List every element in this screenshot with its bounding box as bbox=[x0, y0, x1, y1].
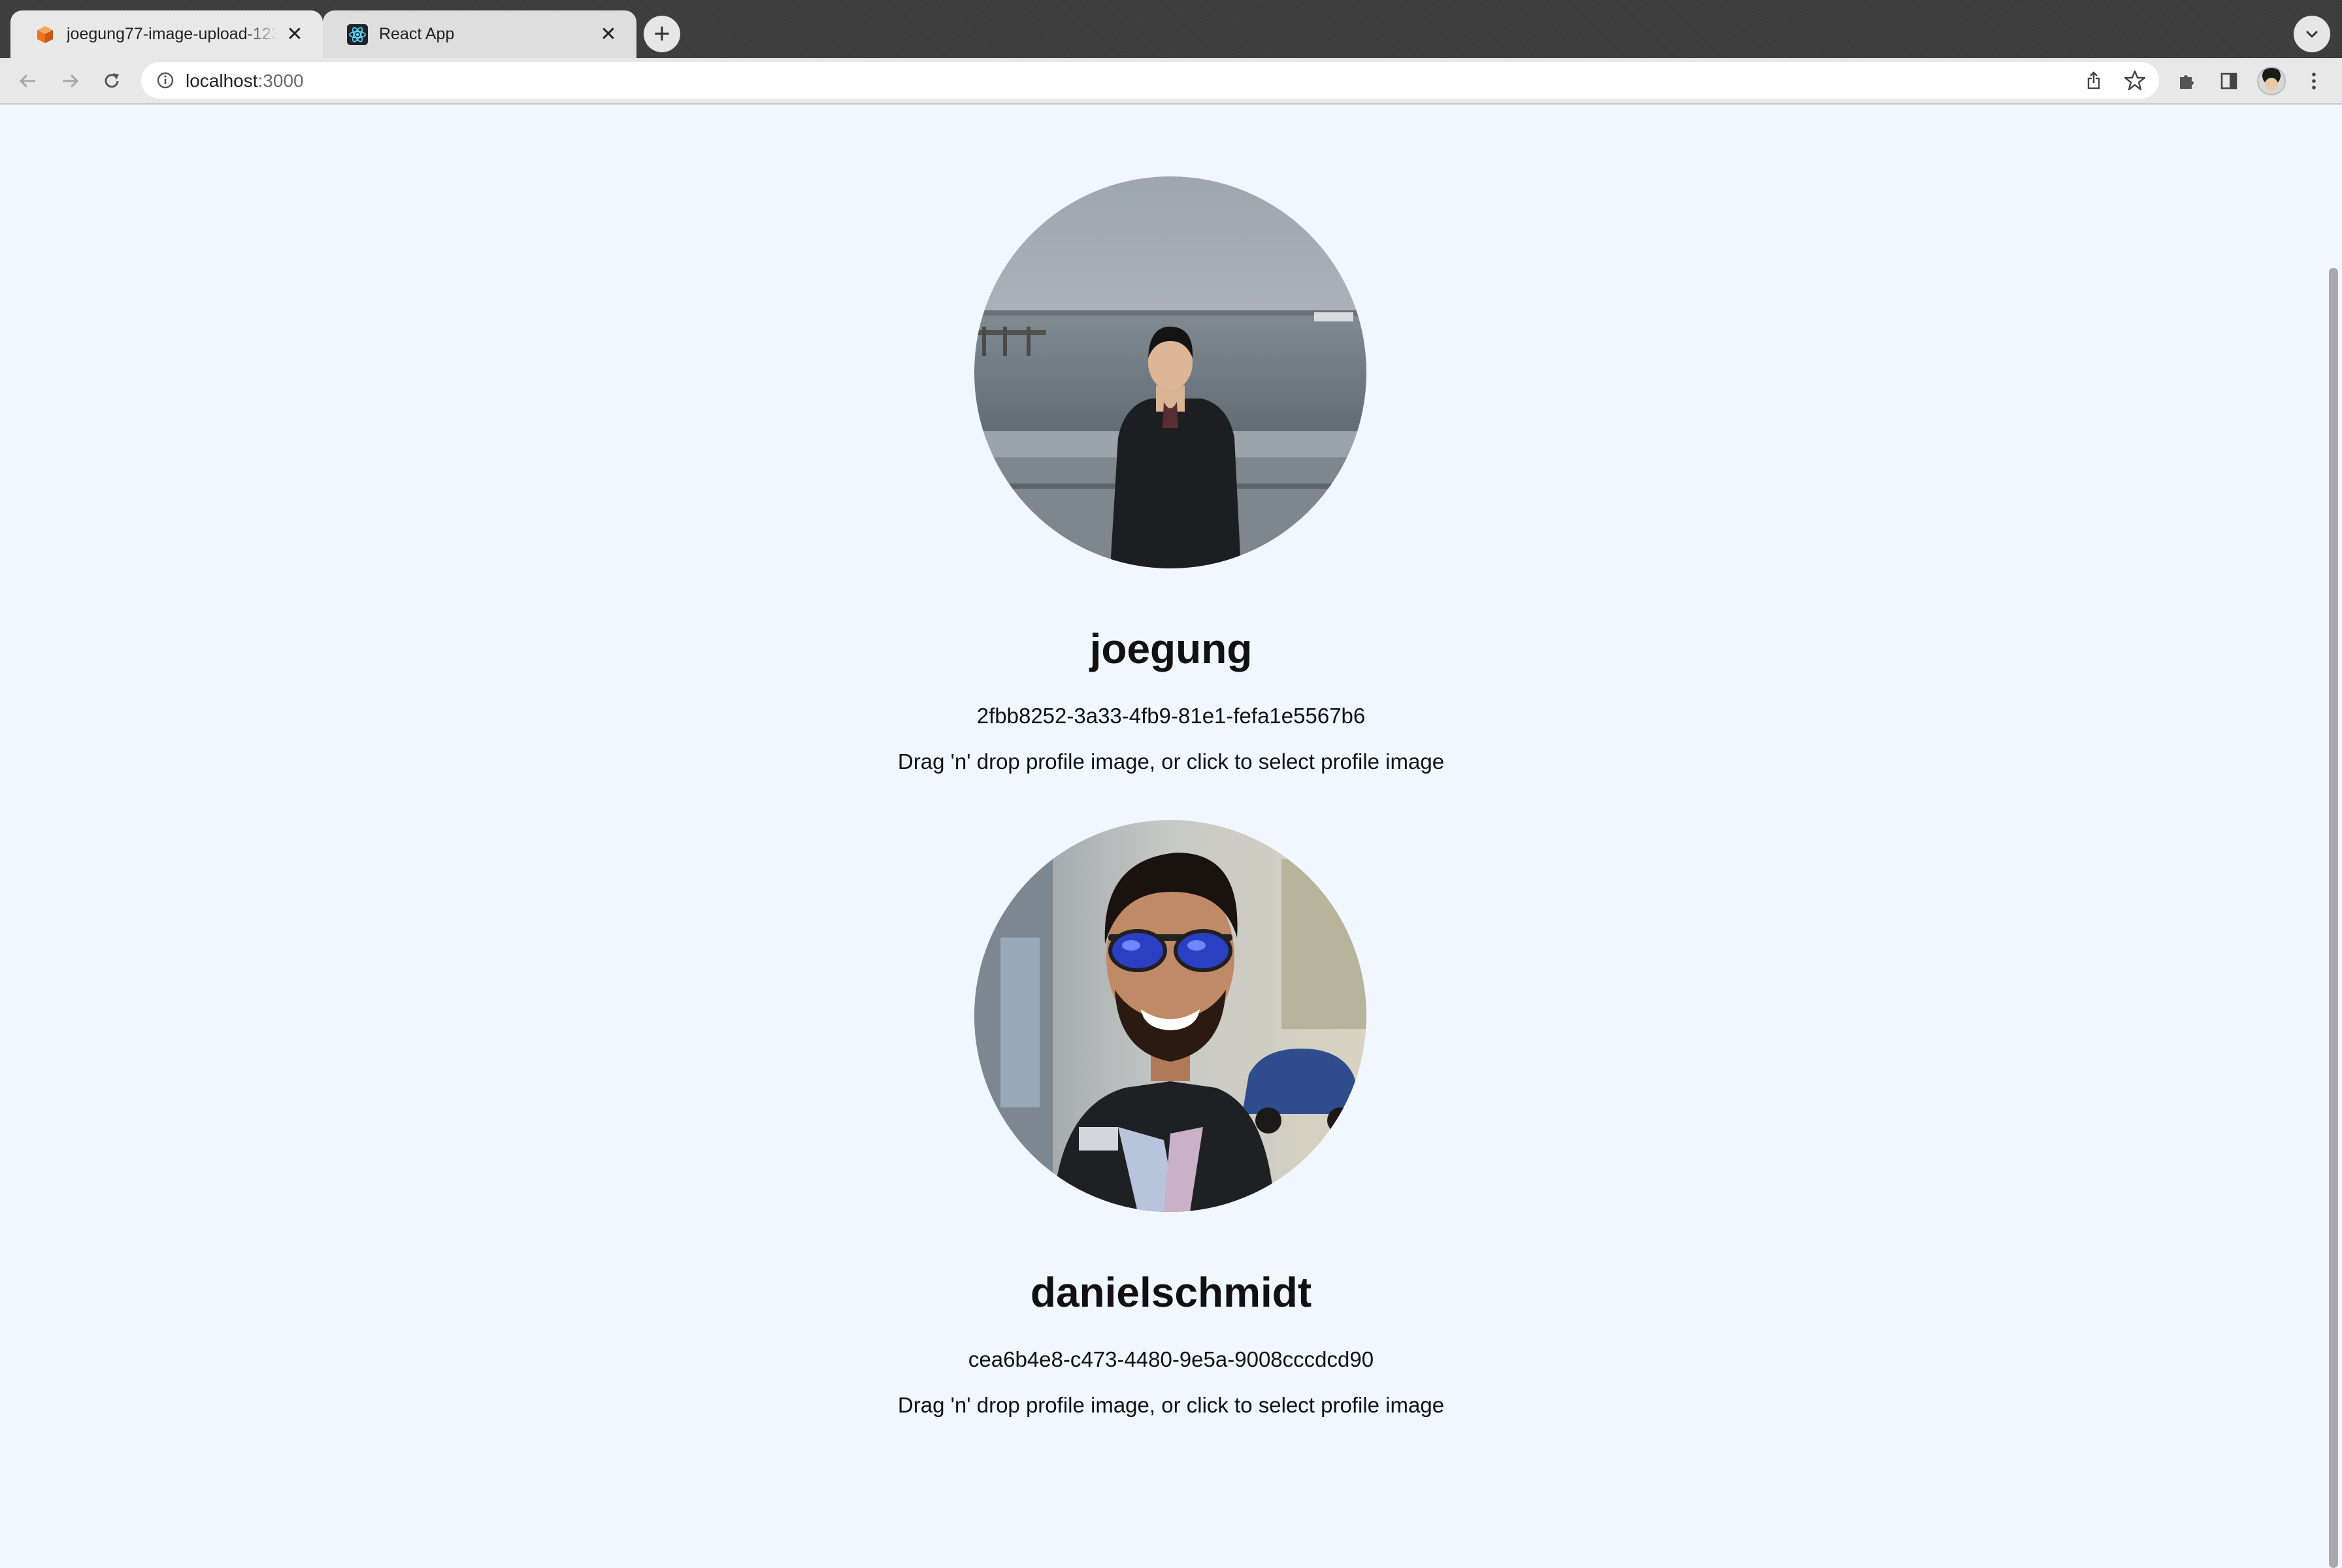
close-tab-icon[interactable]: ✕ bbox=[597, 24, 619, 46]
tab-search-button[interactable] bbox=[2294, 16, 2330, 52]
username-heading: joegung bbox=[1089, 625, 1253, 672]
profile-avatar[interactable] bbox=[2257, 67, 2286, 95]
username-heading: danielschmidt bbox=[1030, 1269, 1312, 1316]
forward-button[interactable] bbox=[55, 66, 85, 96]
tab-strip: joegung77-image-upload-123 ✕ React App ✕… bbox=[0, 0, 2342, 58]
page-scrollbar[interactable] bbox=[2324, 105, 2342, 1568]
menu-button[interactable] bbox=[2301, 69, 2326, 93]
tab-title: React App bbox=[379, 25, 455, 43]
react-atom-icon bbox=[346, 24, 369, 46]
share-icon[interactable] bbox=[2083, 70, 2104, 91]
profile-image-dropzone[interactable]: Drag 'n' drop profile image, or click to… bbox=[0, 749, 2342, 774]
arrow-left-icon bbox=[19, 74, 35, 88]
url-port: :3000 bbox=[257, 71, 304, 91]
tab-react-app[interactable]: React App ✕ bbox=[323, 10, 636, 58]
aws-s3-cube-icon bbox=[34, 24, 56, 46]
side-panel-icon bbox=[2220, 73, 2237, 90]
close-tab-icon[interactable]: ✕ bbox=[284, 24, 306, 46]
url-text: localhost:3000 bbox=[186, 71, 304, 91]
tab-s3-bucket[interactable]: joegung77-image-upload-123 ✕ bbox=[10, 10, 323, 58]
chevron-down-icon bbox=[2306, 31, 2318, 38]
user-id-text: 2fbb8252-3a33-4fb9-81e1-fefa1e5567b6 bbox=[976, 704, 1366, 728]
user-id-text: cea6b4e8-c473-4480-9e5a-9008cccdcd90 bbox=[968, 1347, 1374, 1371]
browser-toolbar: localhost:3000 bbox=[0, 58, 2342, 105]
arrow-right-icon bbox=[63, 74, 79, 88]
reload-button[interactable] bbox=[97, 66, 127, 96]
extensions-button[interactable] bbox=[2175, 69, 2200, 93]
side-panel-button[interactable] bbox=[2217, 69, 2241, 93]
profile-image-dropzone[interactable]: Drag 'n' drop profile image, or click to… bbox=[0, 1393, 2342, 1418]
puzzle-piece-icon bbox=[2180, 75, 2194, 89]
scrollbar-thumb[interactable] bbox=[2329, 268, 2338, 1568]
tab-title: joegung77-image-upload-123 bbox=[67, 25, 277, 43]
plus-icon: + bbox=[653, 18, 670, 50]
profile-image bbox=[974, 820, 1366, 1212]
new-tab-button[interactable]: + bbox=[644, 16, 680, 52]
reload-icon bbox=[105, 73, 119, 88]
bookmark-star-icon[interactable] bbox=[2124, 69, 2146, 91]
back-button[interactable] bbox=[13, 66, 43, 96]
url-host: localhost bbox=[186, 71, 258, 91]
profile-image bbox=[974, 176, 1366, 568]
kebab-menu-icon bbox=[2312, 73, 2316, 90]
address-bar[interactable]: localhost:3000 bbox=[141, 62, 2159, 99]
info-icon[interactable] bbox=[156, 71, 175, 90]
